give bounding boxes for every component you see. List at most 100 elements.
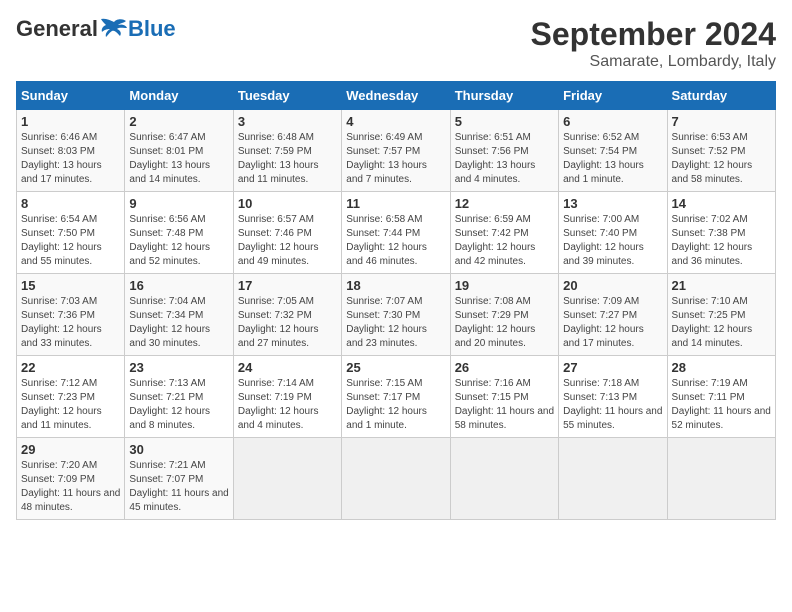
- calendar-cell: 19 Sunrise: 7:08 AMSunset: 7:29 PMDayligh…: [450, 274, 558, 356]
- day-number: 15: [21, 278, 120, 293]
- calendar-week-row: 1 Sunrise: 6:46 AMSunset: 8:03 PMDaylight…: [17, 110, 776, 192]
- day-info: Sunrise: 7:15 AMSunset: 7:17 PMDaylight:…: [346, 377, 445, 433]
- calendar-cell: 11 Sunrise: 6:58 AMSunset: 7:44 PMDayligh…: [342, 192, 450, 274]
- page-header: General Blue September 2024 Samarate, Lo…: [16, 16, 776, 71]
- day-number: 10: [238, 196, 337, 211]
- calendar-cell: 9 Sunrise: 6:56 AMSunset: 7:48 PMDaylight…: [125, 192, 233, 274]
- calendar-header-row: SundayMondayTuesdayWednesdayThursdayFrid…: [17, 82, 776, 110]
- day-number: 17: [238, 278, 337, 293]
- day-number: 20: [563, 278, 662, 293]
- calendar-cell: [559, 438, 667, 520]
- day-number: 29: [21, 442, 120, 457]
- day-info: Sunrise: 6:52 AMSunset: 7:54 PMDaylight:…: [563, 131, 662, 187]
- calendar-cell: 20 Sunrise: 7:09 AMSunset: 7:27 PMDayligh…: [559, 274, 667, 356]
- day-number: 18: [346, 278, 445, 293]
- day-info: Sunrise: 7:04 AMSunset: 7:34 PMDaylight:…: [129, 295, 228, 351]
- calendar-cell: 26Sunrise: 7:16 AMSunset: 7:15 PMDayligh…: [450, 356, 558, 438]
- day-info: Sunrise: 6:58 AMSunset: 7:44 PMDaylight:…: [346, 213, 445, 269]
- header-saturday: Saturday: [667, 82, 775, 110]
- day-number: 22: [21, 360, 120, 375]
- day-info: Sunrise: 7:08 AMSunset: 7:29 PMDaylight:…: [455, 295, 554, 351]
- calendar-cell: 7 Sunrise: 6:53 AMSunset: 7:52 PMDaylight…: [667, 110, 775, 192]
- header-monday: Monday: [125, 82, 233, 110]
- day-number: 5: [455, 114, 554, 129]
- calendar-cell: 17Sunrise: 7:05 AMSunset: 7:32 PMDayligh…: [233, 274, 341, 356]
- calendar-cell: 18 Sunrise: 7:07 AMSunset: 7:30 PMDayligh…: [342, 274, 450, 356]
- header-friday: Friday: [559, 82, 667, 110]
- day-info: Sunrise: 7:07 AMSunset: 7:30 PMDaylight:…: [346, 295, 445, 351]
- calendar-cell: 23Sunrise: 7:13 AMSunset: 7:21 PMDayligh…: [125, 356, 233, 438]
- day-number: 1: [21, 114, 120, 129]
- header-sunday: Sunday: [17, 82, 125, 110]
- calendar-cell: 27 Sunrise: 7:18 AMSunset: 7:13 PMDayligh…: [559, 356, 667, 438]
- day-info: Sunrise: 7:18 AMSunset: 7:13 PMDaylight:…: [563, 377, 662, 433]
- calendar-cell: 30 Sunrise: 7:21 AMSunset: 7:07 PMDayligh…: [125, 438, 233, 520]
- day-number: 9: [129, 196, 228, 211]
- day-info: Sunrise: 7:21 AMSunset: 7:07 PMDaylight:…: [129, 459, 228, 515]
- calendar-cell: 28 Sunrise: 7:19 AMSunset: 7:11 PMDayligh…: [667, 356, 775, 438]
- day-number: 11: [346, 196, 445, 211]
- title-block: September 2024 Samarate, Lombardy, Italy: [531, 16, 776, 71]
- calendar-cell: [233, 438, 341, 520]
- calendar-cell: [342, 438, 450, 520]
- calendar-table: SundayMondayTuesdayWednesdayThursdayFrid…: [16, 81, 776, 520]
- header-tuesday: Tuesday: [233, 82, 341, 110]
- calendar-cell: 22Sunrise: 7:12 AMSunset: 7:23 PMDayligh…: [17, 356, 125, 438]
- day-number: 8: [21, 196, 120, 211]
- day-number: 24: [238, 360, 337, 375]
- logo: General Blue: [16, 16, 176, 42]
- calendar-week-row: 22Sunrise: 7:12 AMSunset: 7:23 PMDayligh…: [17, 356, 776, 438]
- day-number: 16: [129, 278, 228, 293]
- logo-bird-icon: [100, 18, 128, 40]
- calendar-cell: 21 Sunrise: 7:10 AMSunset: 7:25 PMDayligh…: [667, 274, 775, 356]
- calendar-cell: [667, 438, 775, 520]
- day-number: 28: [672, 360, 771, 375]
- day-info: Sunrise: 7:09 AMSunset: 7:27 PMDaylight:…: [563, 295, 662, 351]
- day-number: 19: [455, 278, 554, 293]
- day-info: Sunrise: 7:10 AMSunset: 7:25 PMDaylight:…: [672, 295, 771, 351]
- day-number: 30: [129, 442, 228, 457]
- day-number: 12: [455, 196, 554, 211]
- calendar-cell: 12 Sunrise: 6:59 AMSunset: 7:42 PMDayligh…: [450, 192, 558, 274]
- calendar-cell: 14 Sunrise: 7:02 AMSunset: 7:38 PMDayligh…: [667, 192, 775, 274]
- day-info: Sunrise: 7:19 AMSunset: 7:11 PMDaylight:…: [672, 377, 771, 433]
- day-number: 14: [672, 196, 771, 211]
- day-number: 21: [672, 278, 771, 293]
- day-info: Sunrise: 7:00 AMSunset: 7:40 PMDaylight:…: [563, 213, 662, 269]
- day-info: Sunrise: 6:48 AMSunset: 7:59 PMDaylight:…: [238, 131, 337, 187]
- day-number: 7: [672, 114, 771, 129]
- day-info: Sunrise: 6:51 AMSunset: 7:56 PMDaylight:…: [455, 131, 554, 187]
- header-thursday: Thursday: [450, 82, 558, 110]
- calendar-cell: 25 Sunrise: 7:15 AMSunset: 7:17 PMDayligh…: [342, 356, 450, 438]
- day-number: 25: [346, 360, 445, 375]
- day-info: Sunrise: 6:49 AMSunset: 7:57 PMDaylight:…: [346, 131, 445, 187]
- day-info: Sunrise: 7:14 AMSunset: 7:19 PMDaylight:…: [238, 377, 337, 433]
- logo-general: General: [16, 16, 98, 42]
- calendar-week-row: 8Sunrise: 6:54 AMSunset: 7:50 PMDaylight…: [17, 192, 776, 274]
- calendar-week-row: 29Sunrise: 7:20 AMSunset: 7:09 PMDayligh…: [17, 438, 776, 520]
- day-info: Sunrise: 6:56 AMSunset: 7:48 PMDaylight:…: [129, 213, 228, 269]
- day-info: Sunrise: 6:53 AMSunset: 7:52 PMDaylight:…: [672, 131, 771, 187]
- day-number: 6: [563, 114, 662, 129]
- calendar-cell: 29Sunrise: 7:20 AMSunset: 7:09 PMDayligh…: [17, 438, 125, 520]
- calendar-cell: 13 Sunrise: 7:00 AMSunset: 7:40 PMDayligh…: [559, 192, 667, 274]
- calendar-cell: 15Sunrise: 7:03 AMSunset: 7:36 PMDayligh…: [17, 274, 125, 356]
- day-info: Sunrise: 6:59 AMSunset: 7:42 PMDaylight:…: [455, 213, 554, 269]
- calendar-cell: 8Sunrise: 6:54 AMSunset: 7:50 PMDaylight…: [17, 192, 125, 274]
- calendar-cell: 1 Sunrise: 6:46 AMSunset: 8:03 PMDaylight…: [17, 110, 125, 192]
- day-number: 2: [129, 114, 228, 129]
- calendar-cell: 6 Sunrise: 6:52 AMSunset: 7:54 PMDaylight…: [559, 110, 667, 192]
- day-info: Sunrise: 7:13 AMSunset: 7:21 PMDaylight:…: [129, 377, 228, 433]
- day-info: Sunrise: 6:46 AMSunset: 8:03 PMDaylight:…: [21, 131, 120, 187]
- day-number: 13: [563, 196, 662, 211]
- day-info: Sunrise: 6:57 AMSunset: 7:46 PMDaylight:…: [238, 213, 337, 269]
- calendar-cell: 10 Sunrise: 6:57 AMSunset: 7:46 PMDayligh…: [233, 192, 341, 274]
- calendar-cell: 2Sunrise: 6:47 AMSunset: 8:01 PMDaylight…: [125, 110, 233, 192]
- day-number: 4: [346, 114, 445, 129]
- location-title: Samarate, Lombardy, Italy: [531, 53, 776, 71]
- day-info: Sunrise: 7:02 AMSunset: 7:38 PMDaylight:…: [672, 213, 771, 269]
- day-number: 26: [455, 360, 554, 375]
- day-number: 27: [563, 360, 662, 375]
- day-number: 3: [238, 114, 337, 129]
- calendar-cell: 4 Sunrise: 6:49 AMSunset: 7:57 PMDaylight…: [342, 110, 450, 192]
